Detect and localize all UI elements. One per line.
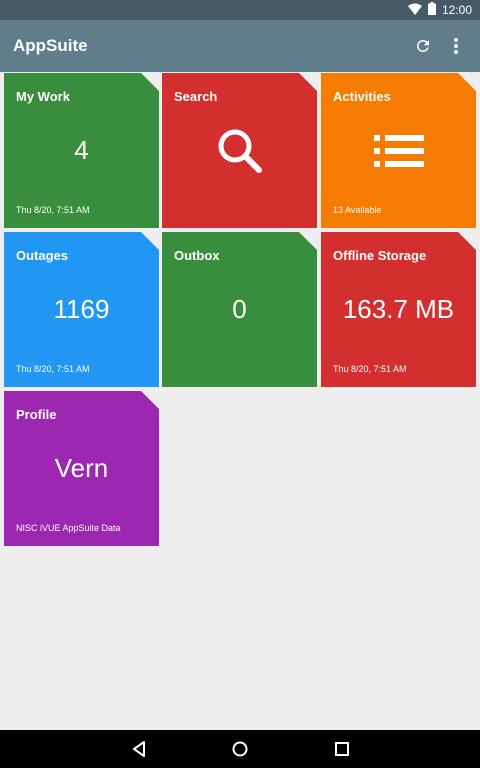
tile-outages[interactable]: Outages 1169 Thu 8/20, 7:51 AM [4, 232, 159, 387]
tile-subtitle: 13 Available [333, 205, 382, 215]
tile-title: Activities [333, 89, 391, 104]
tile-title: My Work [16, 89, 70, 104]
navigation-bar [0, 730, 480, 768]
tile-offline-storage[interactable]: Offline Storage 163.7 MB Thu 8/20, 7:51 … [321, 232, 476, 387]
battery-icon [427, 2, 436, 18]
tile-profile[interactable]: Profile Vern NISC iVUE AppSuite Data [4, 391, 159, 546]
tile-activities[interactable]: Activities 13 Available [321, 73, 476, 228]
tile-subtitle: Thu 8/20, 7:51 AM [333, 364, 407, 374]
search-icon [162, 125, 317, 177]
tile-title: Profile [16, 407, 57, 422]
overflow-menu-icon[interactable] [444, 34, 468, 58]
tile-subtitle: Thu 8/20, 7:51 AM [16, 364, 90, 374]
back-icon[interactable] [128, 738, 150, 760]
home-icon[interactable] [229, 738, 251, 760]
status-time: 12:00 [441, 3, 472, 17]
app-title: AppSuite [13, 36, 88, 55]
refresh-icon[interactable] [411, 34, 435, 58]
tile-title: Offline Storage [333, 248, 427, 263]
list-icon [321, 125, 476, 177]
tile-my-work[interactable]: My Work 4 Thu 8/20, 7:51 AM [4, 73, 159, 228]
tile-value: 0 [232, 294, 247, 324]
tile-subtitle: NISC iVUE AppSuite Data [16, 523, 121, 533]
tile-outbox[interactable]: Outbox 0 [162, 232, 317, 387]
app-bar: AppSuite [0, 20, 480, 72]
tile-title: Outages [16, 248, 69, 263]
status-bar: 12:00 [0, 0, 480, 20]
tile-value: 1169 [53, 294, 110, 324]
tile-title: Search [174, 89, 218, 104]
tile-subtitle: Thu 8/20, 7:51 AM [16, 205, 90, 215]
recents-icon[interactable] [331, 738, 353, 760]
tile-search[interactable]: Search [162, 73, 317, 228]
tile-value: 163.7 MB [342, 294, 455, 324]
wifi-icon [407, 3, 422, 18]
tile-value: Vern [54, 453, 109, 483]
tile-title: Outbox [174, 248, 220, 263]
tile-value: 4 [74, 135, 89, 165]
